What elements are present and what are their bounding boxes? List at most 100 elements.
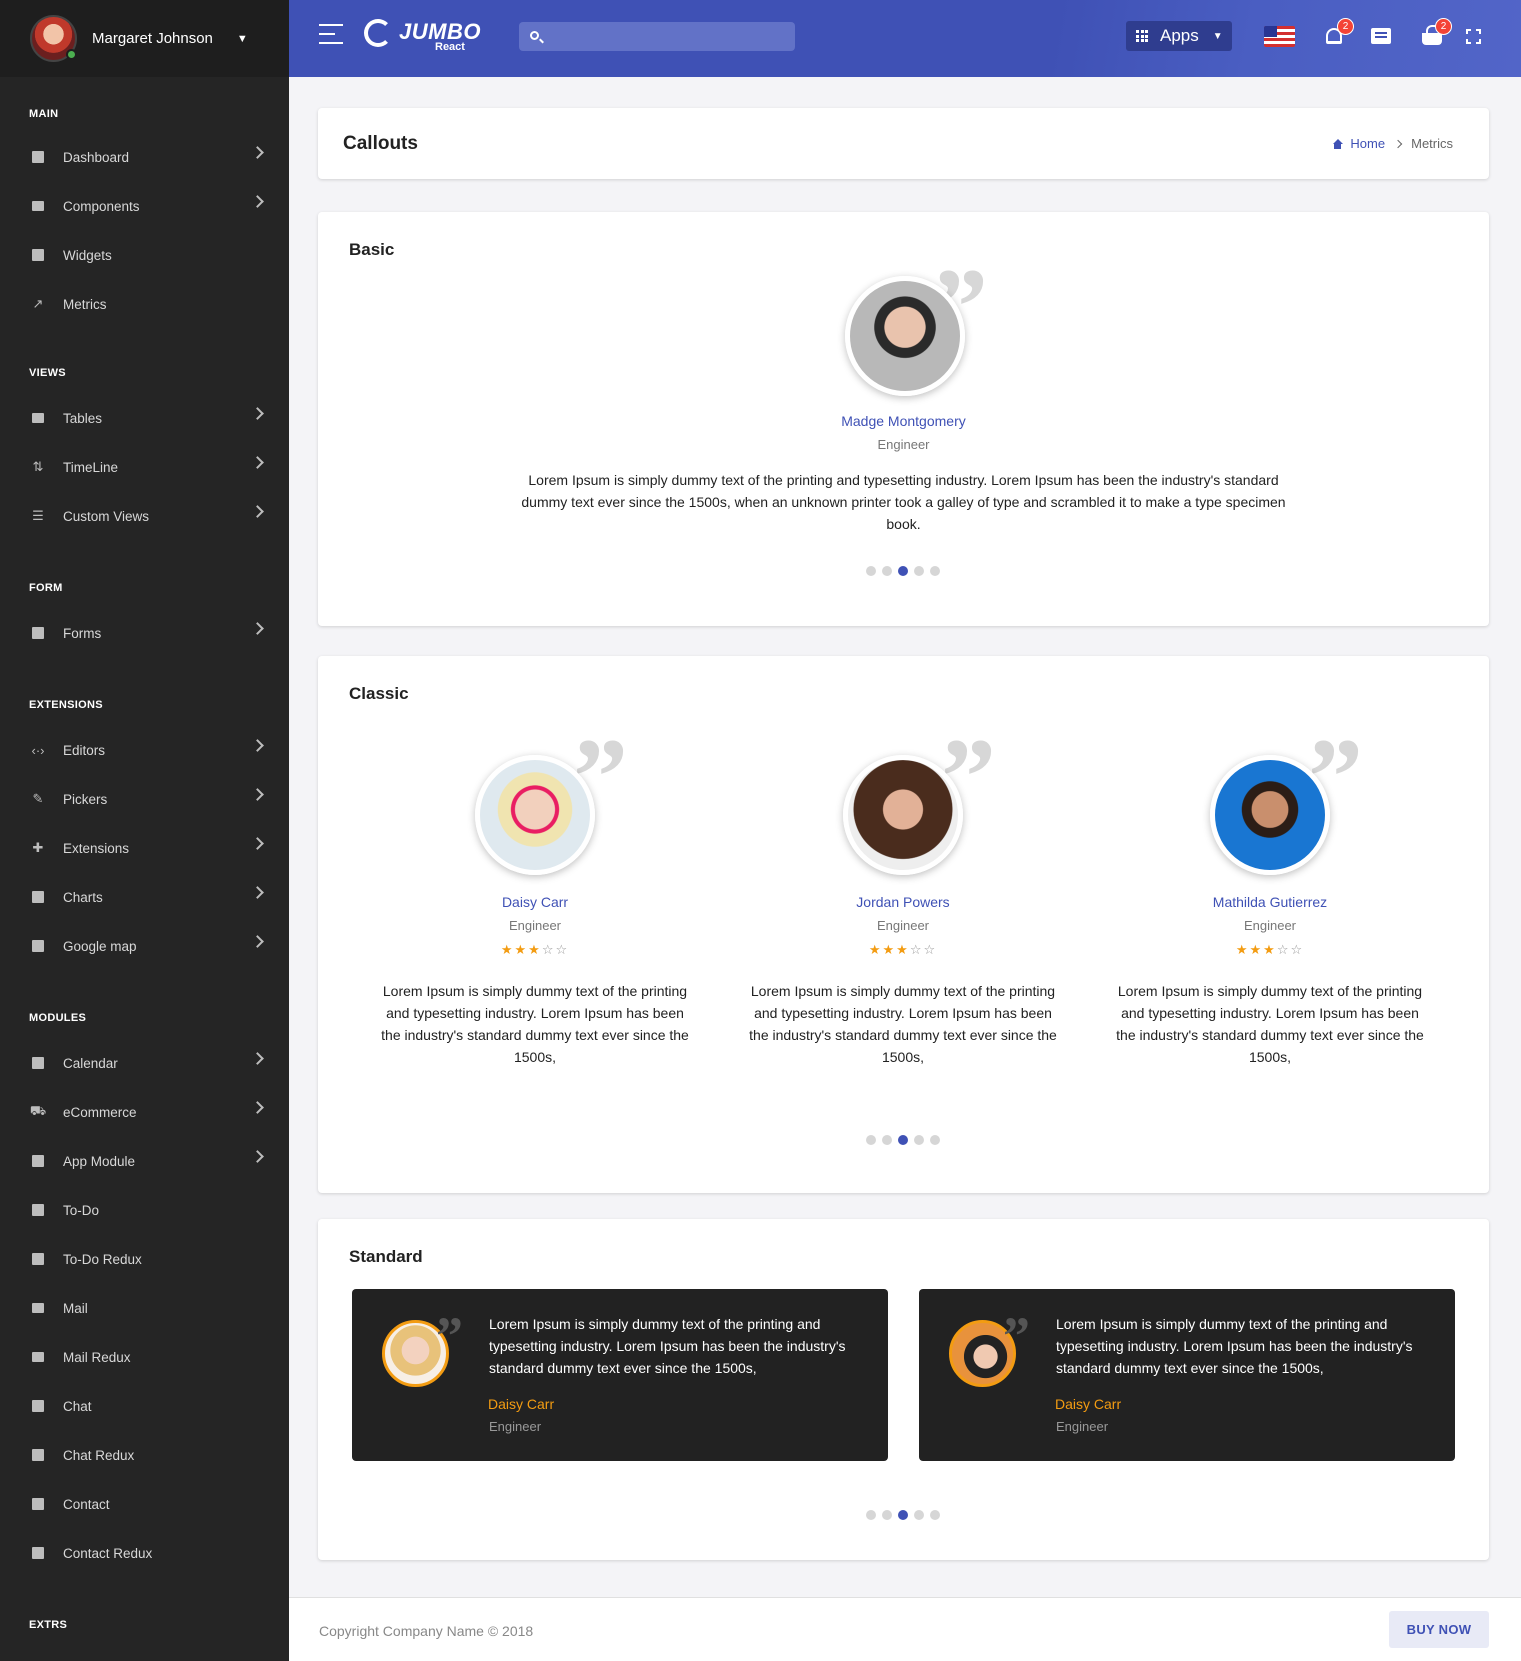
testimonial-text: Lorem Ipsum is simply dummy text of the … — [381, 983, 689, 1065]
person-name[interactable]: Daisy Carr — [380, 894, 690, 910]
star-filled-icon: ★ — [528, 942, 542, 957]
sidebar-item-google-map[interactable]: Google map — [0, 925, 289, 967]
us-flag-icon[interactable] — [1264, 26, 1295, 47]
carousel-dots — [866, 1135, 940, 1145]
sidebar-item-components[interactable]: Components — [0, 185, 289, 227]
notifications-button[interactable]: 2 — [1322, 18, 1354, 48]
person-name[interactable]: Madge Montgomery — [318, 413, 1489, 429]
chevron-right-icon — [251, 1052, 264, 1065]
notification-badge: 2 — [1337, 18, 1354, 35]
message-icon — [1371, 28, 1391, 44]
sidebar-item-mail-redux[interactable]: Mail Redux — [0, 1336, 289, 1378]
sidebar-item-chat-redux[interactable]: Chat Redux — [0, 1434, 289, 1476]
sidebar-item-label: To-Do Redux — [63, 1251, 142, 1267]
menu-toggle-icon[interactable] — [319, 24, 343, 46]
carousel-dot[interactable] — [930, 566, 940, 576]
star-empty-icon: ☆ — [923, 942, 938, 957]
sidebar-item-contact-redux[interactable]: Contact Redux — [0, 1532, 289, 1574]
sidebar-item-widgets[interactable]: Widgets — [0, 234, 289, 276]
star-filled-icon: ★ — [1249, 942, 1264, 957]
sidebar-item-timeline[interactable]: ⇅ TimeLine — [0, 446, 289, 488]
code-icon: ‹·› — [31, 742, 45, 758]
carousel-dot[interactable] — [914, 566, 924, 576]
carousel-dot[interactable] — [866, 566, 876, 576]
footer: Copyright Company Name © 2018 BUY NOW — [289, 1597, 1521, 1661]
sidebar-item-dashboard[interactable]: Dashboard — [0, 136, 289, 178]
star-empty-icon: ☆ — [1290, 942, 1305, 957]
sidebar-item-mail[interactable]: Mail — [0, 1287, 289, 1329]
sidebar-item-todo[interactable]: To-Do — [0, 1189, 289, 1231]
user-name[interactable]: Margaret Johnson — [92, 30, 213, 47]
nav-section-main: MAIN — [29, 108, 59, 120]
carousel-dot[interactable] — [898, 1135, 908, 1145]
sidebar-item-contact[interactable]: Contact — [0, 1483, 289, 1525]
apps-grid-icon — [1136, 30, 1148, 42]
person-name[interactable]: Jordan Powers — [748, 894, 1058, 910]
sidebar-item-label: Components — [63, 198, 140, 214]
chevron-right-icon — [251, 739, 264, 752]
chevron-right-icon — [251, 1150, 264, 1163]
carousel-dot[interactable] — [898, 566, 908, 576]
buy-now-button[interactable]: BUY NOW — [1389, 1611, 1489, 1648]
sidebar-item-tables[interactable]: Tables — [0, 397, 289, 439]
sidebar-item-label: Forms — [63, 625, 102, 641]
carousel-dot[interactable] — [898, 1510, 908, 1520]
person-name[interactable]: Daisy Carr — [488, 1396, 554, 1412]
user-profile[interactable]: Margaret Johnson ▼ — [0, 0, 289, 77]
star-filled-icon: ★ — [500, 942, 515, 957]
testimonial-text: Lorem Ipsum is simply dummy text of the … — [749, 983, 1057, 1065]
messages-button[interactable] — [1369, 24, 1393, 48]
testimonial-text: Lorem Ipsum is simply dummy text of the … — [1056, 1316, 1413, 1376]
dashboard-icon — [30, 149, 46, 165]
apps-button[interactable]: Apps ▼ — [1126, 21, 1232, 51]
chevron-down-icon[interactable]: ▼ — [237, 33, 248, 45]
person-name[interactable]: Daisy Carr — [1055, 1396, 1121, 1412]
sidebar-item-label: Tables — [63, 410, 103, 426]
carousel-dot[interactable] — [866, 1510, 876, 1520]
carousel-dot[interactable] — [882, 1135, 892, 1145]
check-box-icon — [30, 1251, 46, 1267]
sidebar-item-forms[interactable]: Forms — [0, 612, 289, 654]
avatar[interactable] — [30, 15, 77, 62]
fullscreen-button[interactable] — [1461, 24, 1485, 48]
person-name[interactable]: Mathilda Gutierrez — [1115, 894, 1425, 910]
copyright-text: Copyright Company Name © 2018 — [319, 1623, 534, 1639]
carousel-dot[interactable] — [882, 1510, 892, 1520]
star-filled-icon: ★ — [1263, 942, 1277, 957]
sidebar-item-label: Editors — [63, 742, 106, 758]
carousel-dot[interactable] — [914, 1135, 924, 1145]
sidebar-item-label: Chat — [63, 1398, 92, 1414]
cart-button[interactable]: 2 — [1420, 18, 1452, 48]
classic-callout-card: Classic ” Daisy Carr Engineer ★★★☆☆ Lore… — [318, 656, 1489, 1193]
search-input[interactable] — [547, 22, 787, 51]
chart-icon — [30, 889, 46, 905]
sidebar-item-metrics[interactable]: ↗ Metrics — [0, 283, 289, 325]
sidebar-item-app-module[interactable]: App Module — [0, 1140, 289, 1182]
sidebar-item-extensions[interactable]: ✚ Extensions — [0, 827, 289, 869]
star-filled-icon: ★ — [868, 942, 883, 957]
sidebar-item-ecommerce[interactable]: ⛟ eCommerce — [0, 1091, 289, 1133]
chevron-right-icon — [251, 456, 264, 469]
search-box — [519, 22, 795, 51]
map-icon — [30, 938, 46, 954]
person-role: Engineer — [508, 918, 562, 933]
sidebar-item-calendar[interactable]: Calendar — [0, 1042, 289, 1084]
carousel-dot[interactable] — [866, 1135, 876, 1145]
carousel-dot[interactable] — [882, 566, 892, 576]
carousel-dot[interactable] — [930, 1135, 940, 1145]
sidebar-item-charts[interactable]: Charts — [0, 876, 289, 918]
carousel-dot[interactable] — [930, 1510, 940, 1520]
chat-icon — [30, 1398, 46, 1414]
sidebar-item-todo-redux[interactable]: To-Do Redux — [0, 1238, 289, 1280]
sidebar-item-editors[interactable]: ‹·› Editors — [0, 729, 289, 771]
chevron-right-icon — [251, 505, 264, 518]
person-role: Engineer — [876, 918, 930, 933]
sidebar-item-custom-views[interactable]: ☰ Custom Views — [0, 495, 289, 537]
sidebar-item-pickers[interactable]: ✎ Pickers — [0, 778, 289, 820]
carousel-dot[interactable] — [914, 1510, 924, 1520]
logo-mark-icon — [364, 19, 392, 47]
sidebar-item-label: Widgets — [63, 247, 112, 263]
sidebar-item-chat[interactable]: Chat — [0, 1385, 289, 1427]
chevron-right-icon — [251, 935, 264, 948]
breadcrumb-home[interactable]: Home — [1350, 136, 1385, 151]
